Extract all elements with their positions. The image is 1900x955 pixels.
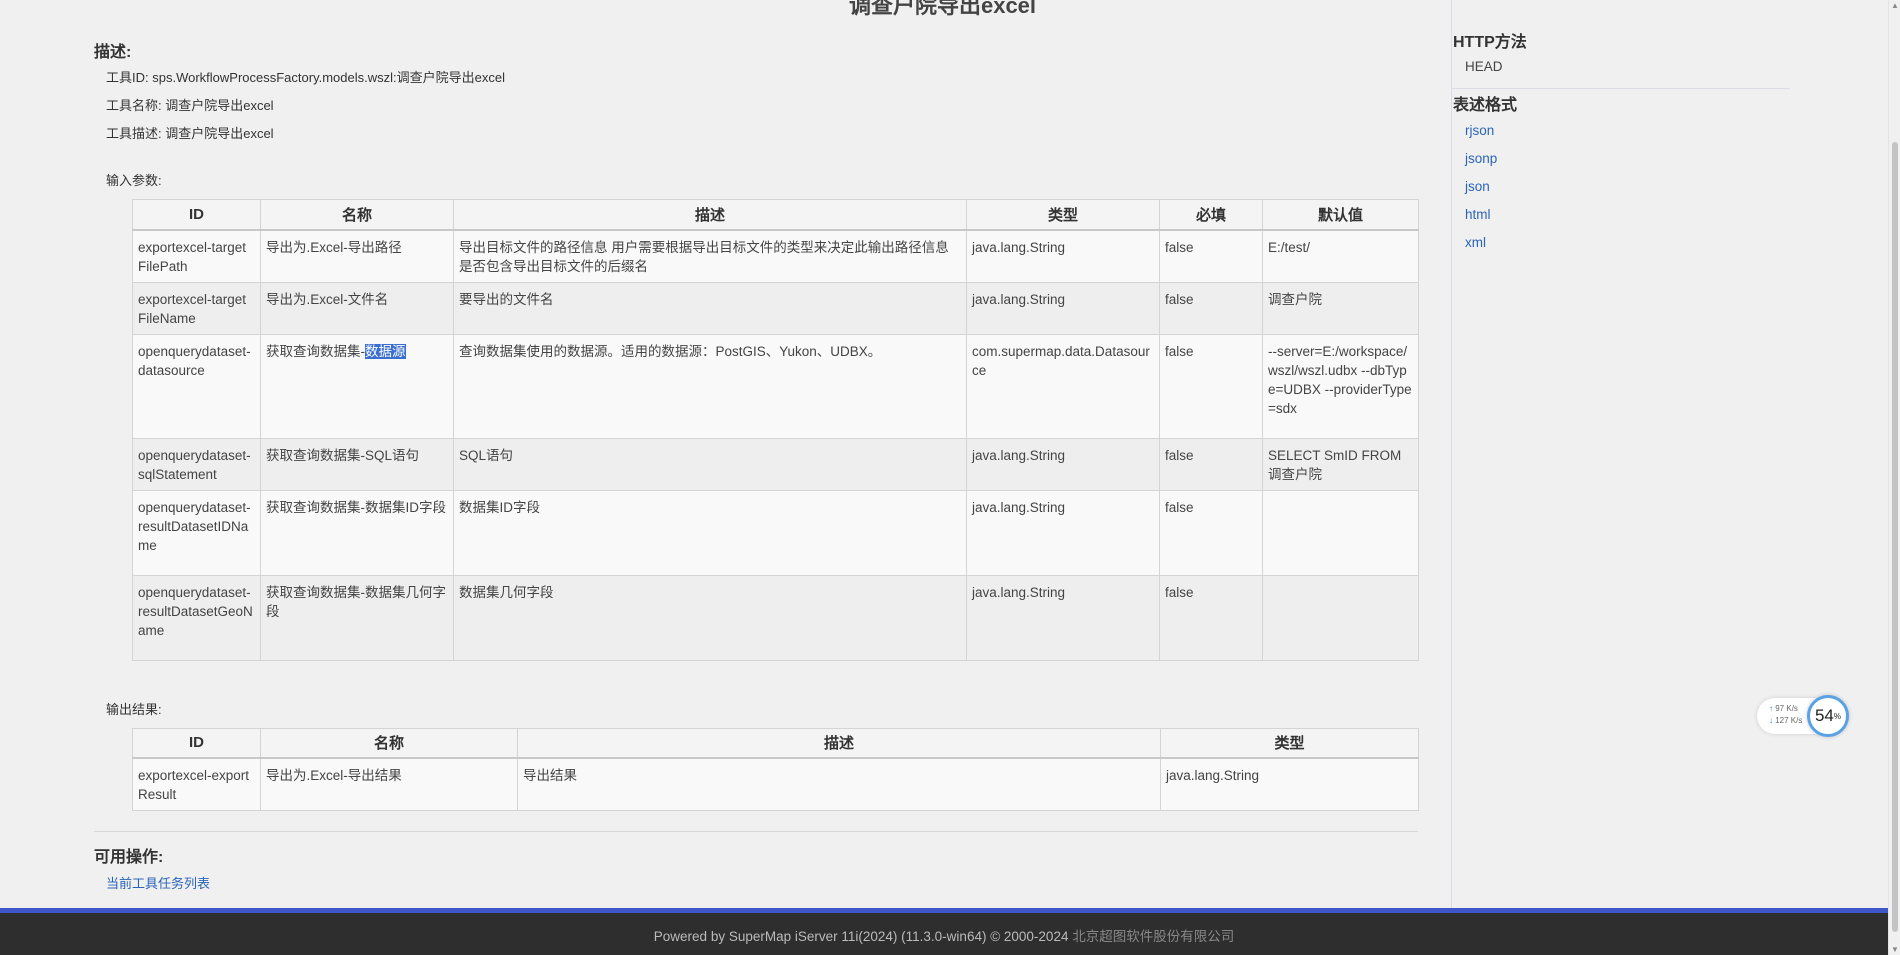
- table-row: exportexcel-exportResult 导出为.Excel-导出结果 …: [132, 757, 1419, 811]
- format-link-xml[interactable]: xml: [1465, 235, 1791, 263]
- selected-text: 数据源: [365, 343, 406, 359]
- cell-required: false: [1159, 281, 1263, 335]
- format-link-html[interactable]: html: [1465, 207, 1791, 235]
- cell-name: 获取查询数据集-数据源: [260, 333, 454, 439]
- cell-required: false: [1159, 229, 1263, 283]
- cell-default: --server=E:/workspace/wszl/wszl.udbx --d…: [1262, 333, 1419, 439]
- download-speed-value: 127 K/s: [1775, 716, 1803, 725]
- cell-default: [1262, 489, 1419, 576]
- cell-name: 获取查询数据集-SQL语句: [260, 437, 454, 491]
- cell-id: openquerydataset-resultDatasetGeoName: [132, 574, 261, 661]
- col-header-description: 描述: [453, 199, 967, 231]
- divider: [94, 831, 1418, 832]
- table-row: openquerydataset-datasource 获取查询数据集-数据源 …: [132, 333, 1419, 439]
- cell-id: exportexcel-exportResult: [132, 757, 261, 811]
- cell-required: false: [1159, 333, 1263, 439]
- cell-name: 导出为.Excel-导出路径: [260, 229, 454, 283]
- input-params-label: 输入参数:: [106, 173, 162, 188]
- table-row: exportexcel-targetFileName 导出为.Excel-文件名…: [132, 281, 1419, 335]
- cell-description: 要导出的文件名: [453, 281, 967, 335]
- col-header-id: ID: [132, 199, 261, 231]
- col-header-name: 名称: [260, 727, 518, 759]
- sidebar: HTTP方法 HEAD 表述格式 rjson jsonp json html x…: [1451, 0, 1791, 908]
- cell-default: E:/test/: [1262, 229, 1419, 283]
- cell-id: exportexcel-targetFileName: [132, 281, 261, 335]
- table-row: openquerydataset-sqlStatement 获取查询数据集-SQ…: [132, 437, 1419, 491]
- col-header-id: ID: [132, 727, 261, 759]
- cell-description: 数据集ID字段: [453, 489, 967, 576]
- footer-text: Powered by SuperMap iServer 11i(2024) (1…: [653, 929, 1073, 944]
- cell-default: SELECT SmID FROM 调查户院: [1262, 437, 1419, 491]
- download-arrow-icon: ↓: [1769, 716, 1773, 725]
- input-params-table: ID 名称 描述 类型 必填 默认值 exportexcel-targetFil…: [132, 199, 1419, 661]
- scrollbar[interactable]: ▲ ▼: [1888, 0, 1900, 955]
- cell-default: 调查户院: [1262, 281, 1419, 335]
- col-header-type: 类型: [966, 199, 1160, 231]
- operations-heading: 可用操作:: [94, 849, 164, 866]
- main-content: 描述: 工具ID: sps.WorkflowProcessFactory.mod…: [94, 38, 1419, 892]
- http-method-value: HEAD: [1465, 59, 1503, 74]
- cell-id: openquerydataset-datasource: [132, 333, 261, 439]
- gauge-percent: 54: [1814, 706, 1834, 725]
- cell-description: SQL语句: [453, 437, 967, 491]
- table-row: openquerydataset-resultDatasetIDName 获取查…: [132, 489, 1419, 576]
- table-row: openquerydataset-resultDatasetGeoName 获取…: [132, 574, 1419, 661]
- format-link-jsonp[interactable]: jsonp: [1465, 151, 1791, 179]
- cell-name: 导出为.Excel-文件名: [260, 281, 454, 335]
- scroll-up-icon[interactable]: ▲: [1891, 1, 1899, 10]
- network-speed-widget[interactable]: ↑ 97 K/s ↓ 127 K/s 54%: [1757, 695, 1849, 737]
- cell-type: java.lang.String: [966, 489, 1160, 576]
- output-label: 输出结果:: [106, 701, 162, 717]
- cell-type: java.lang.String: [966, 229, 1160, 283]
- gauge-unit: %: [1833, 711, 1842, 721]
- tool-description: 工具描述: 调查户院导出excel: [106, 126, 274, 141]
- format-link-json[interactable]: json: [1465, 179, 1791, 207]
- cell-description: 导出目标文件的路径信息 用户需要根据导出目标文件的类型来决定此输出路径信息是否包…: [453, 229, 967, 283]
- cell-required: false: [1159, 574, 1263, 661]
- sidebar-divider: [1452, 88, 1790, 89]
- cell-id: openquerydataset-resultDatasetIDName: [132, 489, 261, 576]
- col-header-description: 描述: [517, 727, 1161, 759]
- input-params-header-row: ID 名称 描述 类型 必填 默认值: [132, 199, 1419, 231]
- cell-description: 数据集几何字段: [453, 574, 967, 661]
- format-list: rjson jsonp json html xml: [1452, 123, 1791, 263]
- upload-speed-value: 97 K/s: [1775, 704, 1798, 713]
- cell-type: com.supermap.data.Datasource: [966, 333, 1160, 439]
- cell-id: openquerydataset-sqlStatement: [132, 437, 261, 491]
- cell-name: 获取查询数据集-数据集ID字段: [260, 489, 454, 576]
- description-heading: 描述:: [94, 44, 132, 61]
- footer-company: 北京超图软件股份有限公司: [1072, 929, 1235, 944]
- cell-name-text: 获取查询数据集-: [266, 343, 365, 359]
- table-row: exportexcel-targetFilePath 导出为.Excel-导出路…: [132, 229, 1419, 283]
- cell-description: 查询数据集使用的数据源。适用的数据源：PostGIS、Yukon、UDBX。: [453, 333, 967, 439]
- cell-type: java.lang.String: [966, 281, 1160, 335]
- col-header-required: 必填: [1159, 199, 1263, 231]
- cell-default: [1262, 574, 1419, 661]
- col-header-type: 类型: [1160, 727, 1419, 759]
- upload-arrow-icon: ↑: [1769, 704, 1773, 713]
- col-header-default: 默认值: [1262, 199, 1419, 231]
- task-list-link[interactable]: 当前工具任务列表: [106, 873, 1418, 892]
- cell-required: false: [1159, 437, 1263, 491]
- output-header-row: ID 名称 描述 类型: [132, 727, 1419, 759]
- output-table: ID 名称 描述 类型 exportexcel-exportResult 导出为…: [132, 727, 1419, 812]
- scroll-down-icon[interactable]: ▼: [1891, 945, 1899, 954]
- cell-name: 获取查询数据集-数据集几何字段: [260, 574, 454, 661]
- footer: Powered by SuperMap iServer 11i(2024) (1…: [0, 908, 1888, 955]
- tool-name: 工具名称: 调查户院导出excel: [106, 98, 274, 113]
- cell-type: java.lang.String: [1160, 757, 1419, 811]
- format-heading: 表述格式: [1453, 97, 1518, 114]
- cell-id: exportexcel-targetFilePath: [132, 229, 261, 283]
- cell-type: java.lang.String: [966, 437, 1160, 491]
- cell-name: 导出为.Excel-导出结果: [260, 757, 518, 811]
- format-link-rjson[interactable]: rjson: [1465, 123, 1791, 151]
- cell-description: 导出结果: [517, 757, 1161, 811]
- cpu-gauge: 54%: [1807, 695, 1849, 737]
- cell-required: false: [1159, 489, 1263, 576]
- col-header-name: 名称: [260, 199, 454, 231]
- cell-type: java.lang.String: [966, 574, 1160, 661]
- scroll-thumb[interactable]: [1892, 142, 1898, 932]
- http-method-heading: HTTP方法: [1453, 34, 1527, 51]
- tool-id: 工具ID: sps.WorkflowProcessFactory.models.…: [106, 70, 505, 85]
